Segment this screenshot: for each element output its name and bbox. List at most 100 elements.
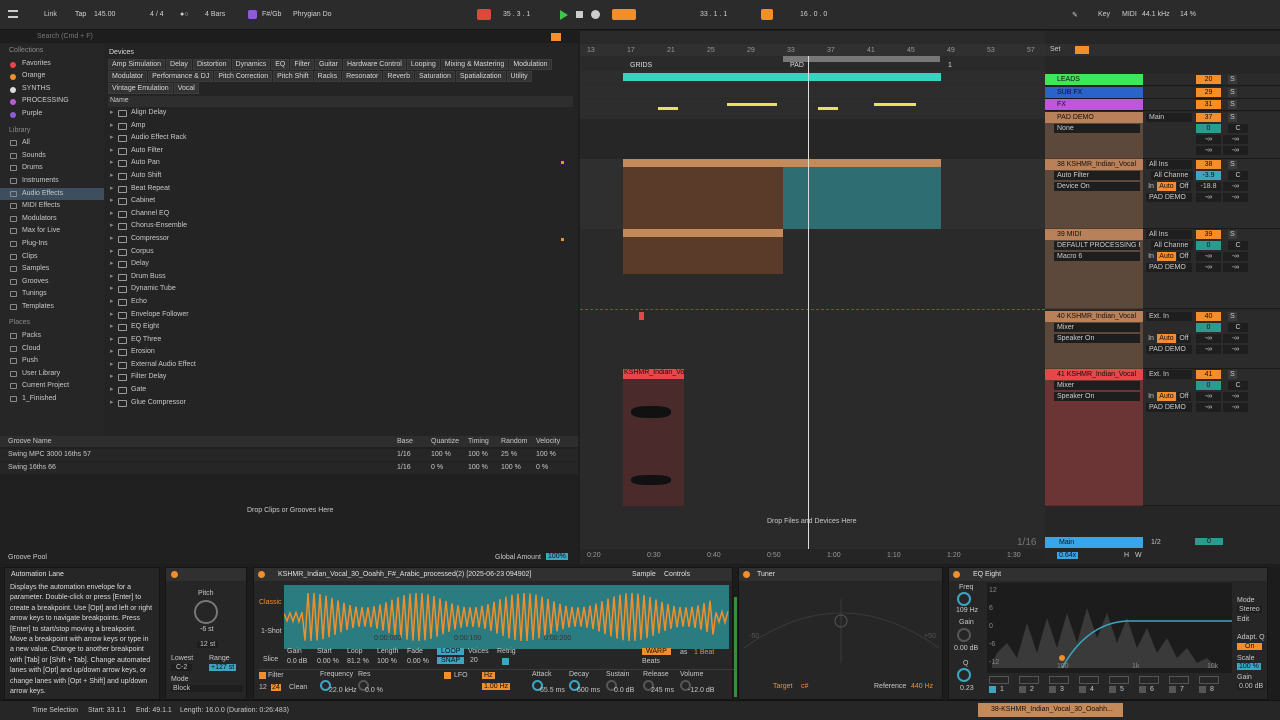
sample-param-value[interactable]: 0.0 dB xyxy=(287,658,307,665)
device-tag[interactable]: Reverb xyxy=(383,71,414,82)
classic-mode[interactable]: Classic xyxy=(259,599,282,606)
tuner-device[interactable]: Tuner -50 +50 Target c# Reference 440 Hz xyxy=(738,567,943,700)
lfo-toggle[interactable] xyxy=(444,672,451,679)
track-name[interactable]: FX xyxy=(1045,99,1143,110)
eq-eight-device[interactable]: EQ Eight Freq 109 Hz Gain 0.00 dB Q 0.23… xyxy=(948,567,1268,700)
simpler-device[interactable]: KSHMR_Indian_Vocal_30_Ooahh_F#_Arabic_pr… xyxy=(253,567,734,700)
lowest-value[interactable]: C-2 xyxy=(171,664,193,671)
expand-arrow-icon[interactable]: ▸ xyxy=(110,132,114,145)
device-tag[interactable]: Vintage Emulation xyxy=(108,83,173,94)
send-a[interactable]: -∞ xyxy=(1196,135,1221,144)
menu-icon[interactable] xyxy=(8,10,18,18)
loop-toggle[interactable]: LOOP xyxy=(437,648,465,655)
input-type[interactable]: All Ins xyxy=(1146,160,1192,169)
overdub-button[interactable] xyxy=(612,9,636,20)
locator-end[interactable]: 1 xyxy=(948,62,952,69)
pitch-device[interactable]: Pitch -6 st 12 st Lowest Range C-2 +127 … xyxy=(165,567,247,700)
filter-24[interactable]: 24 xyxy=(271,684,281,691)
arrangement-record-button[interactable] xyxy=(477,9,491,20)
device-tag[interactable]: Modulator xyxy=(108,71,148,82)
device-tag[interactable]: Mixing & Mastering xyxy=(440,59,509,70)
draw-mode-icon[interactable]: ✎ xyxy=(1072,11,1078,19)
device-on-icon[interactable] xyxy=(171,571,178,578)
track-number[interactable]: 31 xyxy=(1196,100,1221,109)
solo-button[interactable]: S xyxy=(1228,75,1237,84)
controls-tab[interactable]: Controls xyxy=(664,568,690,581)
input-type[interactable]: All Ins xyxy=(1146,230,1192,239)
clip-40[interactable] xyxy=(639,312,644,320)
device-item[interactable]: ▸ Delay xyxy=(108,258,573,271)
library-item[interactable]: MIDI Effects xyxy=(0,200,104,213)
pan-field[interactable]: C xyxy=(1228,171,1248,180)
send-b[interactable]: -∞ xyxy=(1223,182,1248,191)
device-tag[interactable]: Filter xyxy=(290,59,314,70)
mixer-track[interactable]: PAD DEMO 37 S None Main 0 C -∞ -∞ -∞ -∞ xyxy=(1045,112,1280,159)
device-item[interactable]: ▸ Audio Effect Rack xyxy=(108,132,573,145)
track-pad-demo[interactable] xyxy=(580,119,1045,159)
pitch-knob[interactable] xyxy=(194,600,218,624)
range-value[interactable]: +127 st xyxy=(209,664,237,671)
collection-item[interactable]: Favorites xyxy=(0,58,104,71)
device-item[interactable]: ▸ Corpus xyxy=(108,246,573,259)
device-item[interactable]: ▸ EQ Three xyxy=(108,334,573,347)
band-toggle[interactable] xyxy=(989,686,996,693)
band-toggle[interactable] xyxy=(1019,686,1026,693)
lfo-rate[interactable]: 1.00 Hz xyxy=(482,683,511,690)
monitor-auto[interactable]: Auto xyxy=(1157,252,1176,261)
monitor-in[interactable]: In xyxy=(1146,334,1156,343)
warp-toggle[interactable]: WARP xyxy=(642,648,671,655)
device-tag[interactable]: Pitch Shift xyxy=(273,71,313,82)
collection-item[interactable]: SYNTHS xyxy=(0,83,104,96)
output-route[interactable]: PAD DEMO xyxy=(1146,193,1192,202)
track-subfx[interactable] xyxy=(580,85,1045,98)
solo-button[interactable]: S xyxy=(1228,230,1237,239)
expand-arrow-icon[interactable]: ▸ xyxy=(110,346,114,359)
voices-value[interactable]: 20 xyxy=(470,657,478,664)
groove-column-header[interactable]: Quantize xyxy=(431,438,459,445)
expand-arrow-icon[interactable]: ▸ xyxy=(110,271,114,284)
collection-item[interactable]: Purple xyxy=(0,108,104,121)
places-item[interactable]: 1_Finished xyxy=(0,393,104,406)
sample-param-value[interactable]: 81.2 % xyxy=(347,658,369,665)
expand-arrow-icon[interactable]: ▸ xyxy=(110,107,114,120)
stop-icon[interactable] xyxy=(576,11,583,18)
device-item[interactable]: ▸ Dynamic Tube xyxy=(108,283,573,296)
band-filter-icon[interactable] xyxy=(1049,676,1069,684)
band-toggle[interactable] xyxy=(1109,686,1116,693)
filter-toggle[interactable] xyxy=(259,672,266,679)
volume-field[interactable]: 0 xyxy=(1196,241,1221,250)
volume-field[interactable]: 0 xyxy=(1196,124,1221,133)
clip-fx-3[interactable] xyxy=(818,107,838,110)
solo-button[interactable]: S xyxy=(1228,100,1237,109)
places-item[interactable]: User Library xyxy=(0,368,104,381)
scale-value[interactable]: 100 % xyxy=(1237,663,1261,670)
expand-arrow-icon[interactable]: ▸ xyxy=(110,195,114,208)
band-filter-icon[interactable] xyxy=(1079,676,1099,684)
adapt-q-toggle[interactable]: On xyxy=(1237,643,1263,650)
main-num[interactable]: 0 xyxy=(1195,538,1223,545)
device-item[interactable]: ▸ Channel EQ xyxy=(108,208,573,221)
send-b[interactable]: -∞ xyxy=(1223,392,1248,401)
library-item[interactable]: Drums xyxy=(0,162,104,175)
send-b[interactable]: -∞ xyxy=(1223,334,1248,343)
reference-value[interactable]: 440 Hz xyxy=(911,683,933,690)
track-name[interactable]: 40 KSHMR_Indian_Vocal xyxy=(1045,311,1143,322)
device-item[interactable]: ▸ Envelope Follower xyxy=(108,309,573,322)
send-c[interactable]: -∞ xyxy=(1196,263,1221,272)
w-button[interactable]: W xyxy=(1135,552,1142,559)
pan-field[interactable]: C xyxy=(1228,241,1248,250)
loop-start[interactable]: 33 . 1 . 1 xyxy=(700,11,727,18)
places-item[interactable]: Current Project xyxy=(0,380,104,393)
slice-mode[interactable]: Slice xyxy=(263,656,278,663)
locator-pad[interactable]: PAD xyxy=(790,62,804,69)
groove-column-header[interactable]: Timing xyxy=(468,438,489,445)
device-select[interactable]: Mixer xyxy=(1054,381,1140,390)
key-map-button[interactable]: Key xyxy=(1098,11,1110,18)
band-filter-icon[interactable] xyxy=(1109,676,1129,684)
band-filter-icon[interactable] xyxy=(989,676,1009,684)
send-d[interactable]: -∞ xyxy=(1223,146,1248,155)
expand-arrow-icon[interactable]: ▸ xyxy=(110,246,114,259)
device-item[interactable]: ▸ Erosion xyxy=(108,346,573,359)
expand-arrow-icon[interactable]: ▸ xyxy=(110,334,114,347)
device-tag[interactable]: Saturation xyxy=(414,71,455,82)
